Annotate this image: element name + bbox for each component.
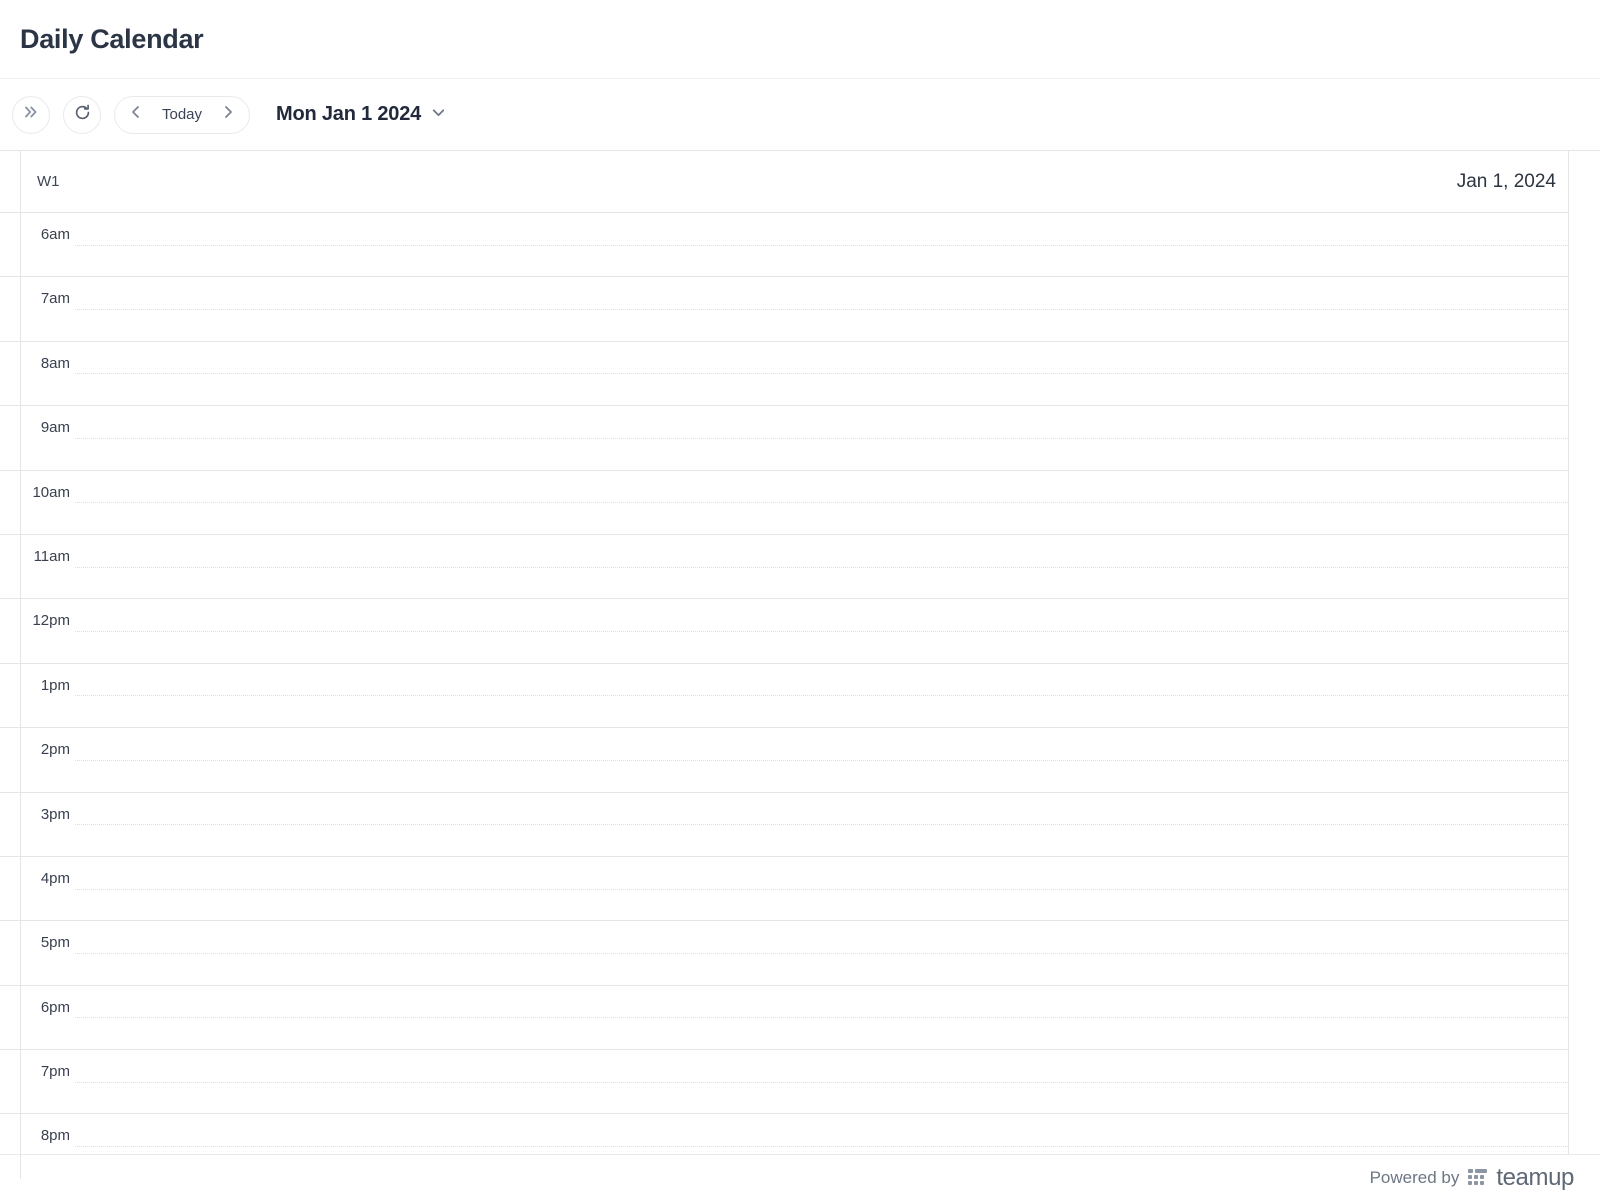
calendar-scroll-area[interactable]: W1 Jan 1, 2024 6am 7am 8am 9am 10am 11am 12pm 1… <box>0 150 1600 1200</box>
title-bar: Daily Calendar <box>0 0 1600 79</box>
hour-label: 11am <box>33 547 70 565</box>
hour-slot[interactable] <box>72 664 1568 727</box>
refresh-icon <box>73 103 92 127</box>
hour-slot[interactable] <box>72 213 1568 276</box>
hour-label: 6am <box>40 226 70 243</box>
hour-row[interactable]: 5pm <box>0 921 1568 986</box>
hour-label: 5pm <box>40 934 70 952</box>
hour-slot[interactable] <box>72 857 1568 920</box>
page-title: Daily Calendar <box>20 23 204 54</box>
daily-calendar-app: Daily Calendar Today Mon Jan 1 2024 W1 J… <box>0 0 1600 1200</box>
hour-slot[interactable] <box>72 406 1568 469</box>
hour-row[interactable]: 7am <box>0 277 1568 342</box>
date-nav-group: Today <box>114 95 251 134</box>
hour-rows-container: 6am 7am 8am 9am 10am 11am 12pm 1pm 2pm 3pm 4pm 5pm 6… <box>0 151 1568 1179</box>
week-number-label: W1 <box>37 173 60 190</box>
next-day-button[interactable] <box>211 97 245 133</box>
hour-row[interactable]: 4pm <box>0 857 1568 922</box>
day-date-label: Jan 1, 2024 <box>1456 170 1556 192</box>
hour-label: 12pm <box>32 612 70 630</box>
double-chevron-right-icon <box>22 103 40 126</box>
today-button[interactable]: Today <box>153 106 211 123</box>
hour-row[interactable]: 11am <box>0 535 1568 600</box>
previous-day-button[interactable] <box>119 97 153 133</box>
teamup-wordmark: teamup <box>1496 1163 1574 1191</box>
calendar-grid: W1 Jan 1, 2024 6am 7am 8am 9am 10am 11am 12pm 1… <box>0 151 1569 1200</box>
footer-branding: Powered by teamup <box>0 1154 1600 1200</box>
hour-label: 2pm <box>40 741 70 759</box>
hour-label: 7pm <box>40 1063 70 1081</box>
hour-slot[interactable] <box>72 793 1568 856</box>
chevron-left-icon <box>128 104 144 125</box>
hour-row[interactable]: 6am <box>0 213 1568 278</box>
hour-slot[interactable] <box>72 986 1568 1049</box>
hour-row[interactable]: 1pm <box>0 664 1568 729</box>
hour-slot[interactable] <box>72 471 1568 534</box>
expand-sidebar-button[interactable] <box>12 95 50 134</box>
hour-slot[interactable] <box>72 535 1568 598</box>
hour-label: 4pm <box>40 869 70 887</box>
refresh-button[interactable] <box>63 95 101 134</box>
hour-slot[interactable] <box>72 1050 1568 1113</box>
hour-label: 6pm <box>40 998 70 1016</box>
calendar-toolbar: Today Mon Jan 1 2024 <box>0 79 1600 150</box>
teamup-dots-logo-icon <box>1468 1169 1488 1186</box>
hour-slot[interactable] <box>72 342 1568 405</box>
hour-row[interactable]: 10am <box>0 471 1568 535</box>
hour-slot[interactable] <box>72 277 1568 340</box>
date-picker-dropdown[interactable]: Mon Jan 1 2024 <box>276 103 447 126</box>
hour-row[interactable]: 9am <box>0 406 1568 471</box>
current-date-label: Mon Jan 1 2024 <box>276 103 422 125</box>
hour-row[interactable]: 6pm <box>0 986 1568 1051</box>
chevron-down-icon <box>430 104 447 126</box>
hour-slot[interactable] <box>72 599 1568 662</box>
hour-label: 1pm <box>40 676 70 694</box>
powered-by-label: Powered by <box>1369 1167 1460 1187</box>
hour-row[interactable]: 12pm <box>0 599 1568 664</box>
hour-label: 7am <box>40 290 70 308</box>
hour-slot[interactable] <box>72 921 1568 984</box>
hour-slot[interactable] <box>72 728 1568 791</box>
hour-row[interactable]: 8am <box>0 342 1568 407</box>
day-header: W1 Jan 1, 2024 <box>0 151 1568 1200</box>
hour-row[interactable]: 2pm <box>0 728 1568 793</box>
hour-label: 8am <box>40 354 70 372</box>
hour-row[interactable]: 3pm <box>0 793 1568 857</box>
hour-label: 3pm <box>40 805 70 823</box>
hour-label: 9am <box>40 419 70 437</box>
chevron-right-icon <box>220 104 236 125</box>
hour-label: 10am <box>32 483 70 501</box>
hour-row[interactable]: 7pm <box>0 1050 1568 1115</box>
